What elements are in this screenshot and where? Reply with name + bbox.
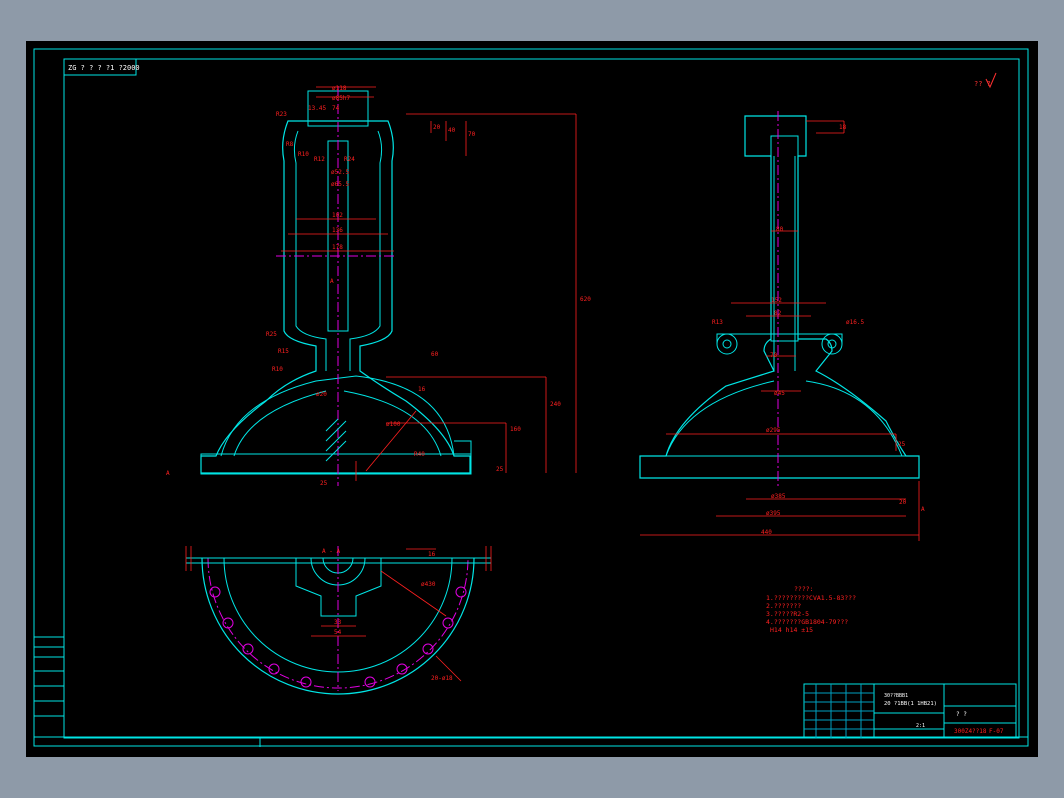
side-dim-395: ø395 (766, 510, 781, 517)
dim-r12: R12 (314, 156, 325, 163)
side-section-a: A (921, 506, 925, 513)
plan-dim-33: 33 (334, 619, 342, 626)
title-qmarks: ? ? (956, 711, 967, 718)
note-4: 4.???????GB1804-79??? (766, 618, 848, 626)
dim-65-5: ø65.5 (331, 181, 349, 188)
side-dim-82: 82 (774, 310, 782, 317)
front-view: ø118 ø85h7 13.45 74 R23 R8 R10 R12 R24 ø… (166, 85, 591, 487)
dim-20: ø20 (316, 391, 327, 398)
dim-r10b: R10 (272, 366, 283, 373)
side-dim-440: 440 (761, 529, 772, 536)
side-dim-r13: R13 (712, 319, 723, 326)
dim-25: 25 (496, 466, 504, 473)
dim-40: 40 (448, 127, 456, 134)
side-dim-80: 80 (776, 226, 784, 233)
dim-r24: R24 (344, 156, 355, 163)
dim-52-5: ø52.5 (331, 169, 349, 176)
dim-r25: R25 (266, 331, 277, 338)
scale: 2:1 (916, 723, 925, 729)
side-dim-295: ø295 (766, 427, 781, 434)
note-1: 1.?????????CVA1.5-83??? (766, 594, 856, 602)
dim-100: ø100 (386, 421, 401, 428)
dim-620: 620 (580, 296, 591, 303)
inner-border (63, 58, 1020, 739)
dim-r8: R8 (286, 141, 294, 148)
section-label-aa: A - A (322, 548, 340, 555)
side-dim-16-5: ø16.5 (846, 319, 864, 326)
dim-r10: R10 (298, 151, 309, 158)
technical-notes: ????: 1.?????????CVA1.5-83??? 2.??????? … (766, 585, 856, 634)
note-3: 3.?????R2-5 (766, 610, 809, 618)
section-a-left: A (166, 470, 170, 477)
material-line-2: 20 ?1BB(1 1HB21) (884, 701, 937, 707)
drawing-number: 300Z4??18 (954, 728, 987, 735)
dim-13-45: 13.45 (308, 105, 326, 112)
plan-dim-54: 54 (334, 629, 342, 636)
side-dim-25: 25 (898, 441, 906, 448)
dim-r23: R23 (276, 111, 287, 118)
dim-118: ø118 (332, 85, 347, 92)
section-a-top: A (330, 278, 334, 285)
side-dim-18: 18 (839, 124, 847, 131)
dim-70: 70 (468, 131, 476, 138)
drawing-canvas: ZG ? ? ? ?1 ?2000 ?? ? ø118 ø85h7 13.45 … (33, 48, 1029, 747)
dim-r15: R15 (278, 348, 289, 355)
side-view: 80 152 82 70 ø45 ø295 ø385 ø395 440 20 R… (639, 111, 925, 541)
cad-viewport[interactable]: ZG ? ? ? ?1 ?2000 ?? ? ø118 ø85h7 13.45 … (26, 41, 1038, 757)
dim-160: 160 (510, 426, 521, 433)
plan-dim-20-18: 20-ø18 (431, 675, 453, 682)
dim-60: 60 (431, 351, 439, 358)
side-dim-70: 70 (770, 352, 778, 359)
side-dim-152: 152 (771, 297, 782, 304)
outer-border (33, 48, 1029, 747)
plan-dim-16: 16 (428, 551, 436, 558)
dim-20b: 20 (433, 124, 441, 131)
side-dim-20: 20 (899, 499, 907, 506)
dim-85h7: ø85h7 (332, 95, 350, 102)
sheet-number: F-07 (989, 728, 1004, 735)
note-2: 2.??????? (766, 602, 801, 610)
dim-240: 240 (550, 401, 561, 408)
note-5: H14 h14 ±15 (770, 626, 813, 634)
side-dim-45: ø45 (774, 390, 785, 397)
dim-136: 136 (332, 227, 343, 234)
side-dim-385: ø385 (771, 493, 786, 500)
dim-25b: 25 (320, 480, 328, 487)
material-line-1: 30??BBB1 (884, 693, 908, 699)
dim-r40: R40 (414, 451, 425, 458)
dim-178: 178 (332, 244, 343, 251)
dim-74: 74 (332, 105, 340, 112)
dim-102: 102 (332, 212, 343, 219)
revision-strip (33, 636, 65, 738)
plan-dim-430: ø430 (421, 581, 436, 588)
notes-heading: ????: (794, 585, 814, 593)
dim-16: 16 (418, 386, 426, 393)
top-left-tag: ZG ? ? ? ?1 ?2000 (68, 64, 140, 72)
plan-view: A - A ø430 16 33 54 20-ø18 (185, 546, 492, 695)
